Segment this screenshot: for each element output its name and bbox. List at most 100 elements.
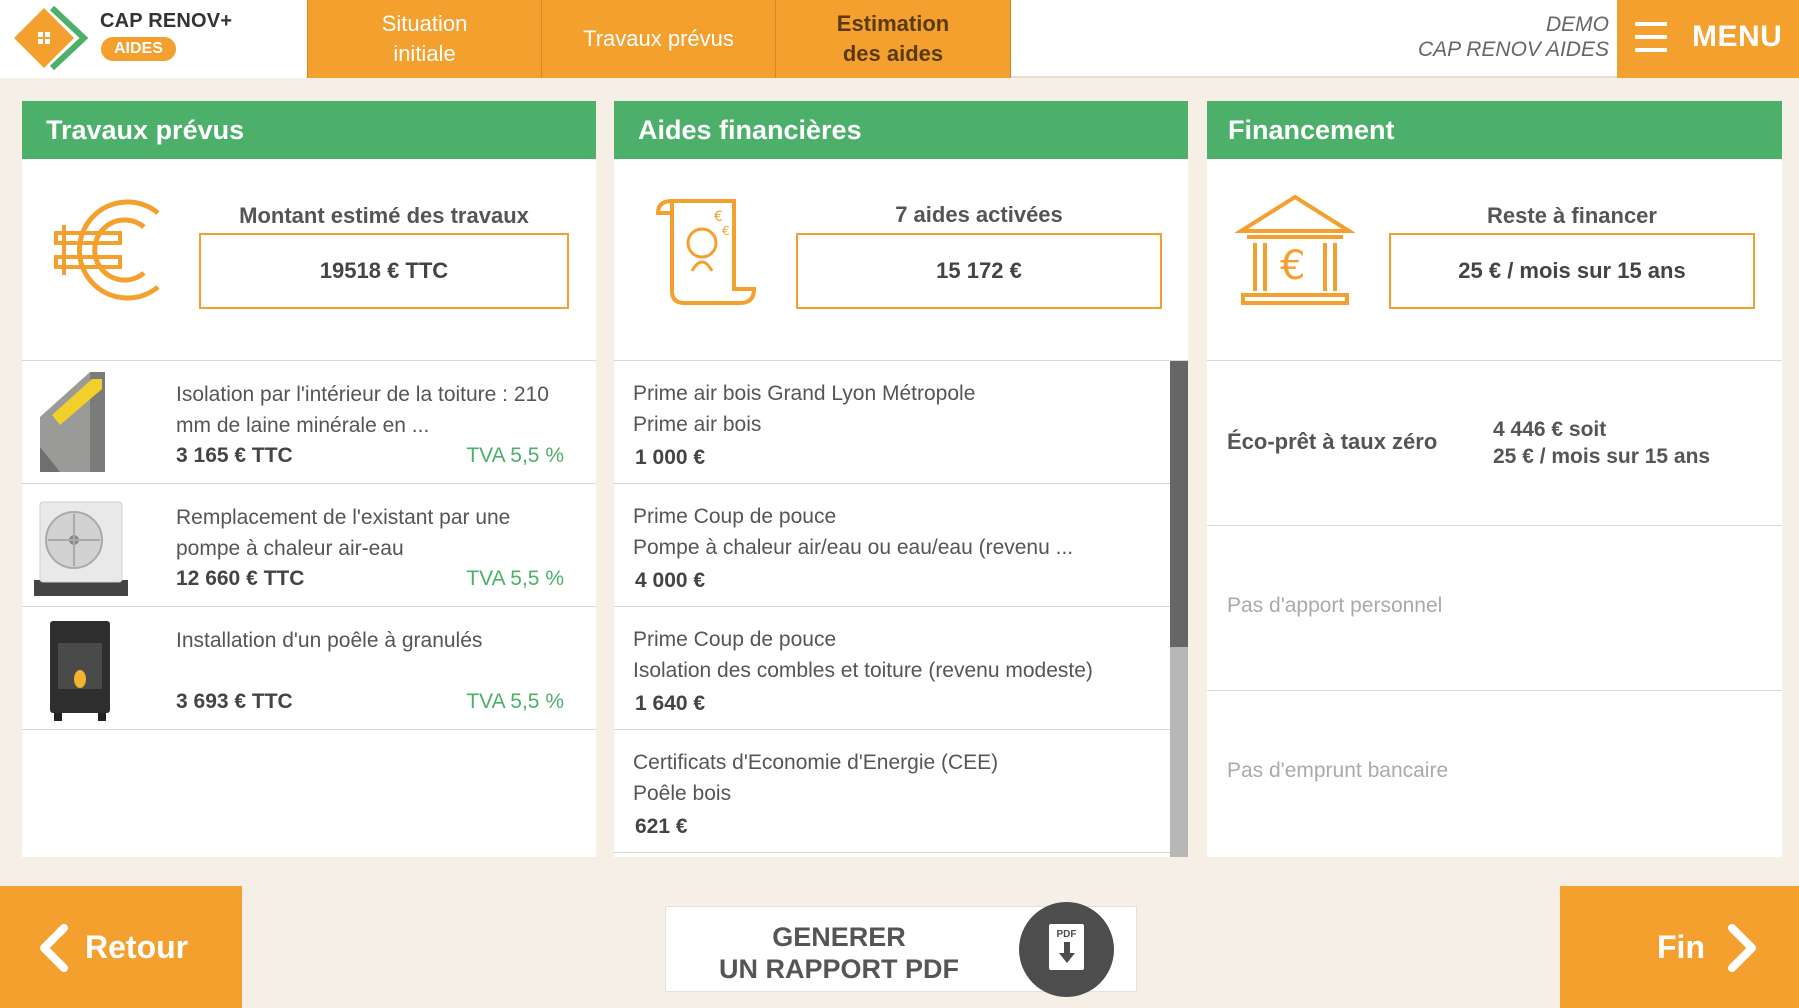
aide-amount: 621 € (635, 815, 688, 838)
panel-title: Financement (1207, 101, 1782, 159)
user-line2: CAP RENOV AIDES (1418, 38, 1609, 61)
aide-detail: Pompe à chaleur air/eau ou eau/eau (reve… (633, 536, 1074, 559)
work-tva: TVA 5,5 % (466, 567, 564, 590)
aide-item[interactable]: Certificats d'Economie d'Energie (CEE) P… (614, 730, 1188, 853)
work-tva: TVA 5,5 % (466, 444, 564, 467)
chevron-left-icon (40, 924, 68, 972)
logo-title: CAP RENOV+ (100, 10, 233, 32)
app-header: CAP RENOV+ AIDES Situation initiale Trav… (0, 0, 1799, 78)
svg-text:€: € (714, 209, 723, 225)
roof-insulation-icon (40, 372, 105, 472)
aide-title: Prime air bois Grand Lyon Métropole (633, 382, 976, 405)
work-item[interactable]: Isolation par l'intérieur de la toiture … (22, 361, 596, 484)
hamburger-icon (1635, 22, 1667, 54)
aide-item[interactable]: Prime Coup de pouce Isolation des comble… (614, 607, 1188, 730)
work-tva: TVA 5,5 % (466, 690, 564, 713)
svg-text:€: € (722, 224, 730, 238)
aides-panel: Aides financières € € 7 aides activées 1… (614, 101, 1188, 857)
aide-detail: Isolation des combles et toiture (revenu… (633, 659, 1093, 682)
aides-summary: € € 7 aides activées 15 172 € (614, 159, 1188, 361)
tab-situation-initiale[interactable]: Situation initiale (307, 0, 541, 78)
aide-amount: 1 640 € (635, 692, 706, 715)
summary-label: Montant estimé des travaux (239, 203, 529, 228)
scrollbar-thumb[interactable] (1170, 361, 1188, 647)
pdf-label-line1: GENERER (772, 922, 906, 952)
financement-panel: Financement € Reste à financer 25 € / mo… (1207, 101, 1782, 857)
aide-amount: 4 000 € (635, 569, 706, 592)
logo-badge: AIDES (101, 37, 176, 61)
tab-estimation-aides[interactable]: Estimation des aides (775, 0, 1011, 78)
eco-pret-amount: 4 446 € soit (1493, 418, 1607, 441)
next-button[interactable]: Fin (1560, 886, 1799, 1008)
pellet-stove-icon (50, 621, 110, 721)
back-button[interactable]: Retour (0, 886, 242, 1008)
work-item[interactable]: Remplacement de l'existant par une pompe… (22, 484, 596, 607)
emprunt-text: Pas d'emprunt bancaire (1227, 759, 1449, 782)
house-diamond-logo-icon (14, 6, 88, 70)
eco-pret-row[interactable]: Éco-prêt à taux zéro 4 446 € soit 25 € /… (1207, 361, 1782, 526)
aide-title: Prime Coup de pouce (633, 505, 837, 528)
pdf-download-icon: PDF (1019, 902, 1114, 997)
aide-item[interactable]: Prime air bois Grand Lyon Métropole Prim… (614, 361, 1188, 484)
aide-amount: 1 000 € (635, 446, 706, 469)
tab-label: Estimation des aides (836, 11, 950, 66)
chevron-right-icon (1728, 924, 1756, 972)
work-title: Isolation par l'intérieur de la toiture … (176, 383, 549, 437)
summary-value: 25 € / mois sur 15 ans (1389, 233, 1755, 309)
work-title: Installation d'un poêle à granulés (176, 629, 483, 652)
download-arrow-icon (1059, 942, 1075, 963)
tab-label: Situation initiale (381, 11, 468, 66)
travaux-summary: Montant estimé des travaux 19518 € TTC (22, 159, 596, 361)
aide-item[interactable]: Prime Coup de pouce Pompe à chaleur air/… (614, 484, 1188, 607)
summary-label: Reste à financer (1487, 203, 1657, 228)
panel-title: Aides financières (614, 101, 1188, 159)
back-label: Retour (85, 929, 189, 965)
travaux-panel: Travaux prévus Montant estimé des travau… (22, 101, 596, 857)
aide-title: Prime Coup de pouce (633, 628, 837, 651)
work-item[interactable]: Installation d'un poêle à granulés 3 693… (22, 607, 596, 730)
aides-scrollbar[interactable] (1170, 361, 1188, 857)
footer-bar: Retour GENERER UN RAPPORT PDF PDF Fin (0, 886, 1799, 1008)
eco-pret-value: 4 446 € soit 25 € / mois sur 15 ans (1493, 416, 1710, 470)
aide-name: Prime Coup de pouce Pompe à chaleur air/… (633, 501, 1153, 563)
user-account: DEMO CAP RENOV AIDES (1418, 12, 1609, 62)
aide-name: Prime air bois Grand Lyon Métropole Prim… (633, 378, 1153, 440)
financement-summary: € Reste à financer 25 € / mois sur 15 an… (1207, 159, 1782, 361)
pdf-icon-label: PDF (1056, 929, 1077, 940)
pdf-label: GENERER UN RAPPORT PDF (666, 921, 1012, 985)
app-logo[interactable]: CAP RENOV+ AIDES (0, 0, 306, 78)
work-price: 3 693 € TTC (176, 690, 293, 713)
generate-pdf-button[interactable]: GENERER UN RAPPORT PDF PDF (665, 902, 1137, 997)
bank-icon: € (1235, 194, 1355, 305)
menu-button[interactable]: MENU (1617, 0, 1799, 78)
aide-name: Prime Coup de pouce Isolation des comble… (633, 624, 1153, 686)
work-title: Remplacement de l'existant par une pompe… (176, 506, 511, 560)
aides-list[interactable]: Prime air bois Grand Lyon Métropole Prim… (614, 361, 1188, 857)
aide-name: Certificats d'Economie d'Energie (CEE) P… (633, 747, 1153, 809)
svg-text:€: € (1280, 243, 1305, 289)
summary-value: 19518 € TTC (199, 233, 569, 309)
emprunt-row[interactable]: Pas d'emprunt bancaire (1207, 691, 1782, 856)
aide-detail: Prime air bois (633, 413, 762, 436)
eco-pret-label: Éco-prêt à taux zéro (1227, 429, 1438, 454)
aide-title: Certificats d'Economie d'Energie (CEE) (633, 751, 999, 774)
user-line1: DEMO (1546, 13, 1609, 36)
tab-travaux-prevus[interactable]: Travaux prévus (541, 0, 775, 78)
next-label: Fin (1657, 929, 1705, 965)
panel-title: Travaux prévus (22, 101, 596, 159)
tab-label: Travaux prévus (583, 26, 734, 51)
summary-label: 7 aides activées (895, 202, 1063, 227)
aide-detail: Poêle bois (633, 782, 732, 805)
summary-value: 15 172 € (796, 233, 1162, 309)
menu-label: MENU (1692, 20, 1783, 53)
pdf-document-icon: PDF (1049, 924, 1084, 970)
euro-icon (54, 199, 160, 301)
apport-row[interactable]: Pas d'apport personnel (1207, 526, 1782, 691)
heat-pump-icon (34, 501, 128, 596)
work-price: 3 165 € TTC (176, 444, 293, 467)
apport-text: Pas d'apport personnel (1227, 594, 1443, 617)
work-price: 12 660 € TTC (176, 567, 305, 590)
pdf-label-line2: UN RAPPORT PDF (718, 954, 959, 984)
eco-pret-monthly: 25 € / mois sur 15 ans (1493, 445, 1711, 468)
scroll-certificate-icon: € € (655, 199, 757, 305)
